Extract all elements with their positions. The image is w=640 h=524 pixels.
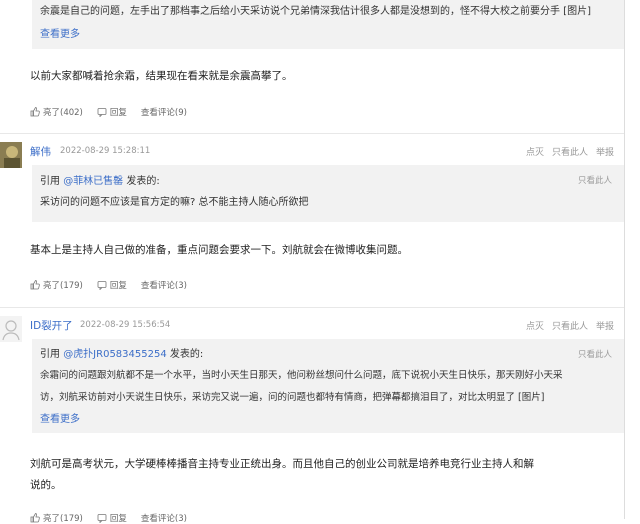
avatar[interactable] xyxy=(0,316,22,342)
post-ops: 点灭 只看此人 举报 xyxy=(526,319,614,332)
reply-button[interactable]: 回复 xyxy=(97,512,127,524)
quote-text: 访，刘航采访前对小天说生日快乐，采访完又说一遍，问的问题也都特有情商，把弹幕都搞… xyxy=(40,392,545,403)
view-comments-label: 查看评论(3) xyxy=(140,281,187,291)
quote-cite-suffix: 发表的: xyxy=(126,176,160,187)
like-button[interactable]: 亮了(402) xyxy=(30,106,83,118)
reply-label: 回复 xyxy=(109,108,127,118)
reply-label: 回复 xyxy=(109,514,127,524)
quote-block: 引用 @虎扑JR0583455254 发表的: 只看此人 余霜问的问题跟刘航都不… xyxy=(32,339,624,433)
post-timestamp: 2022-08-29 15:56:54 xyxy=(80,320,171,330)
reply-icon xyxy=(97,281,107,290)
thumb-up-icon xyxy=(30,107,40,117)
quote-block-top: 余震是自己的问题，左手出了那档事之后给小天采访说个兄弟情深我估计很多人都是没想到… xyxy=(32,0,624,49)
report-button[interactable]: 举报 xyxy=(596,319,614,332)
view-comments-link[interactable]: 查看评论(9) xyxy=(141,106,187,118)
post-body: 刘航可是高考状元，大学硬棒棒播音主持专业正统出身。而且他自己的创业公司就是培养电… xyxy=(30,458,534,470)
author-name[interactable]: ID裂开了 xyxy=(30,318,73,333)
see-more-link[interactable]: 查看更多 xyxy=(40,25,80,44)
like-count: 亮了(179) xyxy=(43,281,83,291)
quote-cite-prefix: 引用 xyxy=(40,349,60,360)
hide-button[interactable]: 点灭 xyxy=(526,145,544,158)
quote-header: 引用 @菲林已售罄 发表的: xyxy=(40,172,160,187)
view-comments-link[interactable]: 查看评论(3) xyxy=(141,512,187,524)
quote-text: 余震是自己的问题，左手出了那档事之后给小天采访说个兄弟情深我估计很多人都是没想到… xyxy=(40,6,591,17)
post-actions: 亮了(179) 回复 查看评论(3) xyxy=(30,279,201,291)
view-comments-label: 查看评论(9) xyxy=(140,108,187,118)
divider xyxy=(0,307,624,308)
quote-cite-prefix: 引用 xyxy=(40,176,60,187)
reply-button[interactable]: 回复 xyxy=(97,106,127,118)
reply-label: 回复 xyxy=(109,281,127,291)
quoted-user-link[interactable]: @虎扑JR0583455254 xyxy=(63,349,167,360)
only-this-user-button[interactable]: 只看此人 xyxy=(552,319,588,332)
author-name[interactable]: 解伟 xyxy=(30,144,51,159)
post-body: 以前大家都喊着抢余霜，结果现在看来就是余震高攀了。 xyxy=(30,70,293,82)
like-count: 亮了(179) xyxy=(43,514,83,524)
like-button[interactable]: 亮了(179) xyxy=(30,279,83,291)
thumb-up-icon xyxy=(30,280,40,290)
post-body: 说的。 xyxy=(30,479,62,491)
see-more-link[interactable]: 查看更多 xyxy=(40,410,80,429)
hide-button[interactable]: 点灭 xyxy=(526,319,544,332)
post-body: 基本上是主持人自己做的准备，重点问题会要求一下。刘航就会在微博收集问题。 xyxy=(30,244,408,256)
divider xyxy=(0,133,624,134)
post-timestamp: 2022-08-29 15:28:11 xyxy=(60,146,151,156)
quote-block: 引用 @菲林已售罄 发表的: 只看此人 采访问的问题不应该是官方定的嘛? 总不能… xyxy=(32,165,624,222)
view-comments-label: 查看评论(3) xyxy=(140,514,187,524)
reply-button[interactable]: 回复 xyxy=(97,279,127,291)
view-comments-link[interactable]: 查看评论(3) xyxy=(141,279,187,291)
report-button[interactable]: 举报 xyxy=(596,145,614,158)
quoted-user-link[interactable]: @菲林已售罄 xyxy=(63,176,123,187)
quote-header: 引用 @虎扑JR0583455254 发表的: xyxy=(40,345,203,360)
page-right-edge xyxy=(624,0,640,519)
only-this-user-button[interactable]: 只看此人 xyxy=(552,145,588,158)
quote-text: 采访问的问题不应该是官方定的嘛? 总不能主持人随心所欲把 xyxy=(40,197,309,208)
post-ops: 点灭 只看此人 举报 xyxy=(526,145,614,158)
quote-cite-suffix: 发表的: xyxy=(169,349,204,360)
reply-icon xyxy=(97,514,107,523)
like-button[interactable]: 亮了(179) xyxy=(30,512,83,524)
quote-text: 余霜问的问题跟刘航都不是一个水平，当时小天生日那天，他问粉丝想问什么问题，底下说… xyxy=(40,370,563,381)
reply-icon xyxy=(97,108,107,117)
thumb-up-icon xyxy=(30,513,40,523)
only-this-user-button[interactable]: 只看此人 xyxy=(578,348,612,360)
like-count: 亮了(402) xyxy=(43,108,83,118)
avatar[interactable] xyxy=(0,142,22,168)
post-actions: 亮了(179) 回复 查看评论(3) xyxy=(30,512,201,524)
post-actions: 亮了(402) 回复 查看评论(9) xyxy=(30,106,201,118)
only-this-user-button[interactable]: 只看此人 xyxy=(578,174,612,186)
